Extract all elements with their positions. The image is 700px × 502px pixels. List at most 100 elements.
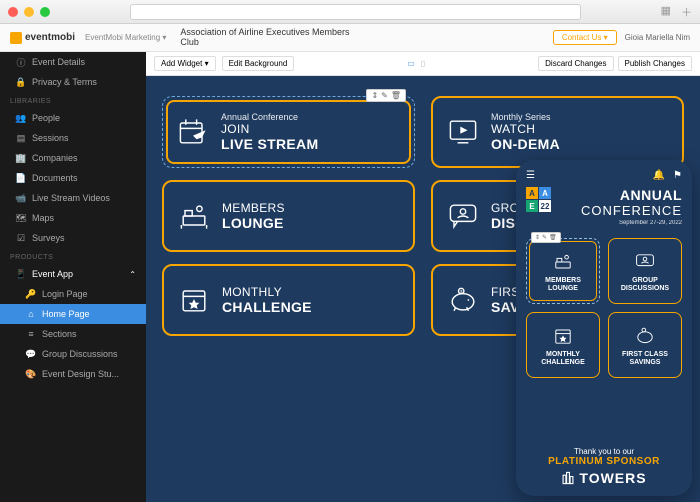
sidebar-item-label: Maps	[32, 213, 54, 223]
edit-background-button[interactable]: Edit Background	[222, 56, 295, 71]
sidebar-item-label: Home Page	[42, 309, 90, 319]
home-icon: ⌂	[26, 309, 36, 319]
sidebar-item-event-app[interactable]: 📱 Event App ⌃	[0, 264, 146, 284]
key-icon: 🔑	[26, 289, 36, 299]
widget-tile-challenge[interactable]: MONTHLYCHALLENGE	[162, 264, 415, 336]
sidebar-item-label: Companies	[32, 153, 78, 163]
sidebar-item-sections[interactable]: ≡Sections	[0, 324, 146, 344]
sidebar-item-group-discussions[interactable]: 💬Group Discussions	[0, 344, 146, 364]
chevron-up-icon: ⌃	[129, 270, 136, 279]
document-icon: 📄	[16, 173, 26, 183]
sponsor-block: Thank you to our PLATINUM SPONSOR TOWERS	[526, 447, 682, 486]
logo-cell: E	[526, 200, 538, 212]
chat-icon: 💬	[26, 349, 36, 359]
maximize-window-button[interactable]	[40, 7, 50, 17]
move-icon[interactable]: ⇕	[371, 91, 378, 100]
widget-toolbar[interactable]: ⇕✎🗑	[366, 89, 406, 102]
sidebar-item-event-details[interactable]: ⓘEvent Details	[0, 52, 146, 72]
publish-changes-button[interactable]: Publish Changes	[618, 56, 692, 71]
phone-tile-savings[interactable]: FIRST CLASSSAVINGS	[608, 312, 682, 378]
sidebar-item-login-page[interactable]: 🔑 Login Page	[0, 284, 146, 304]
brand-logo[interactable]: eventmobi	[10, 32, 75, 44]
logo-cell: A	[526, 187, 538, 199]
sections-icon: ≡	[26, 329, 36, 339]
sidebar-item-home-page[interactable]: ⌂ Home Page	[0, 304, 146, 324]
add-widget-button[interactable]: Add Widget ▾	[154, 56, 216, 71]
user-menu[interactable]: Gioia Mariella Nim	[625, 33, 690, 42]
play-monitor-icon	[445, 114, 481, 150]
delete-icon[interactable]: 🗑	[391, 91, 401, 100]
device-mobile-icon[interactable]: ▯	[421, 59, 425, 68]
sidebar-item-livestream[interactable]: 📹Live Stream Videos	[0, 188, 146, 208]
sidebar-item-documents[interactable]: 📄Documents	[0, 168, 146, 188]
sidebar-item-sessions[interactable]: ▤Sessions	[0, 128, 146, 148]
sidebar-item-companies[interactable]: 🏢 Companies	[0, 148, 146, 168]
phone-tile-l2: LOUNGE	[548, 285, 578, 292]
phone-tile-discussions[interactable]: GROUPDISCUSSIONS	[608, 238, 682, 304]
sponsor-tier: PLATINUM SPONSOR	[526, 456, 682, 467]
widget-toolbar[interactable]: ⇕✎🗑	[531, 232, 561, 243]
bell-icon[interactable]: 🔔	[653, 170, 665, 181]
mobile-preview: ☰ 🔔 ⚑ A A E 22 ANNUAL CONFERENCE Septemb…	[516, 160, 692, 496]
app-topbar: eventmobi EventMobi Marketing ▾ Associat…	[0, 24, 700, 52]
grid-icon[interactable]: ▦	[661, 4, 671, 20]
conference-logo: A A E 22	[526, 187, 551, 212]
widget-tile-lounge[interactable]: MEMBERSLOUNGE	[162, 180, 415, 252]
device-desktop-icon[interactable]: ▭	[407, 59, 415, 68]
editor-toolbar: Add Widget ▾ Edit Background ▭ ▯ Discard…	[146, 52, 700, 76]
plus-icon[interactable]: ＋	[681, 4, 692, 20]
building-icon: 🏢	[16, 153, 26, 163]
lock-icon: 🔒	[16, 77, 26, 87]
move-icon[interactable]: ⇕	[535, 234, 540, 241]
sidebar-item-surveys[interactable]: ☑Surveys	[0, 228, 146, 248]
sidebar-item-design-studio[interactable]: 🎨Event Design Stu...	[0, 364, 146, 384]
org-breadcrumb[interactable]: EventMobi Marketing ▾	[85, 33, 166, 42]
tile-line2: LOUNGE	[222, 215, 285, 231]
conference-title-line1: ANNUAL	[557, 187, 682, 203]
discard-changes-button[interactable]: Discard Changes	[538, 56, 613, 71]
sidebar-item-label: Privacy & Terms	[32, 77, 97, 87]
sidebar-item-label: Login Page	[42, 289, 88, 299]
widget-tile-live-stream[interactable]: ⇕✎🗑 Annual ConferenceJOINLIVE STREAM	[162, 96, 415, 168]
phone-tile-l1: FIRST CLASS	[622, 351, 668, 358]
phone-tile-l1: MONTHLY	[546, 351, 580, 358]
phone-tile-l2: DISCUSSIONS	[621, 285, 669, 292]
tile-line2: LIVE STREAM	[221, 136, 318, 152]
chat-person-icon	[633, 250, 657, 274]
delete-icon[interactable]: 🗑	[549, 234, 557, 241]
sidebar-item-maps[interactable]: 🗺 Maps	[0, 208, 146, 228]
phone-tile-l2: CHALLENGE	[541, 359, 585, 366]
calendar-plane-icon	[175, 114, 211, 150]
event-title: Association of Airline Executives Member…	[180, 28, 360, 48]
tile-line1: JOIN	[221, 122, 318, 136]
sidebar-item-label: Event App	[32, 269, 73, 279]
traffic-lights	[8, 7, 50, 17]
brand-text: eventmobi	[25, 32, 75, 43]
people-icon: 👥	[16, 113, 26, 123]
sidebar-item-label: Surveys	[32, 233, 65, 243]
sidebar-item-people[interactable]: 👥 People	[0, 108, 146, 128]
widget-tile-on-demand[interactable]: Monthly SeriesWATCHON-DEMA	[431, 96, 684, 168]
contact-us-button[interactable]: Contact Us ▾	[553, 30, 617, 45]
map-icon: 🗺	[16, 213, 26, 223]
sidebar-item-privacy[interactable]: 🔒 Privacy & Terms	[0, 72, 146, 92]
app-icon: 📱	[16, 269, 26, 279]
edit-icon[interactable]: ✎	[542, 234, 547, 241]
tile-line2: ON-DEMA	[491, 136, 560, 152]
video-icon: 📹	[16, 193, 26, 203]
flag-icon[interactable]: ⚑	[673, 170, 682, 181]
calendar-star-icon	[551, 324, 575, 348]
tile-line1: MONTHLY	[222, 285, 312, 299]
phone-tile-challenge[interactable]: MONTHLYCHALLENGE	[526, 312, 600, 378]
sponsor-pretext: Thank you to our	[526, 447, 682, 456]
sidebar-item-label: People	[32, 113, 60, 123]
sessions-icon: ▤	[16, 133, 26, 143]
hamburger-icon[interactable]: ☰	[526, 170, 535, 181]
sidebar-item-label: Event Design Stu...	[42, 369, 119, 379]
conference-title-line2: CONFERENCE	[557, 203, 682, 218]
edit-icon[interactable]: ✎	[381, 91, 388, 100]
minimize-window-button[interactable]	[24, 7, 34, 17]
close-window-button[interactable]	[8, 7, 18, 17]
phone-tile-lounge[interactable]: ⇕✎🗑 MEMBERSLOUNGE	[526, 238, 600, 304]
browser-url-bar[interactable]	[130, 4, 581, 20]
